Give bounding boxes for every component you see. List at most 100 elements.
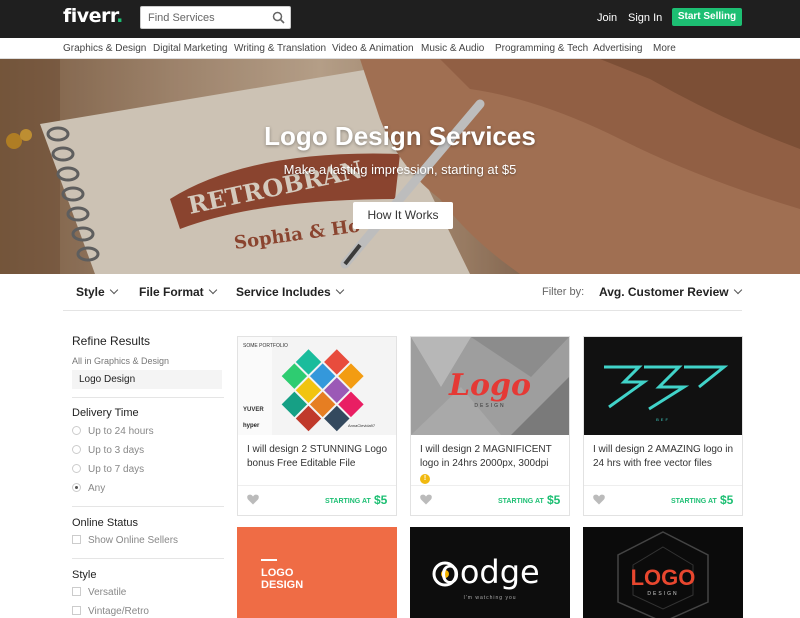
online-status-heading: Online Status <box>72 517 139 529</box>
gig-card[interactable]: LOGO DESIGN <box>237 527 397 618</box>
starting-at-label: STARTING AT <box>671 498 717 505</box>
style-versatile-option[interactable]: Versatile <box>72 587 126 598</box>
nav-writing-translation[interactable]: Writing & Translation <box>234 43 326 54</box>
delivery-3d-option[interactable]: Up to 3 days <box>72 445 144 456</box>
gig-thumbnail[interactable]: Logo DESIGN <box>411 337 569 435</box>
style-heading: Style <box>72 569 97 581</box>
gig-title[interactable]: I will design 2 MAGNIFICENT logo in 24hr… <box>420 443 565 471</box>
radio-button[interactable] <box>72 445 81 454</box>
join-link[interactable]: Join <box>597 12 617 24</box>
thumb-text: I'm watching you <box>463 595 516 601</box>
checkbox[interactable] <box>72 535 81 544</box>
top-bar: fiverr. Join Sign In Start Selling <box>0 0 800 38</box>
starting-at-label: STARTING AT <box>325 498 371 505</box>
divider <box>238 485 396 486</box>
thumb-text: oodge <box>440 553 539 591</box>
starting-at-label: STARTING AT <box>498 498 544 505</box>
gig-thumbnail[interactable]: oodge I'm watching you <box>410 527 570 618</box>
gig-thumbnail[interactable]: LOGO DESIGN <box>237 527 397 618</box>
file-format-filter-label: File Format <box>139 285 204 299</box>
radio-button[interactable] <box>72 426 81 435</box>
sort-dropdown[interactable]: Avg. Customer Review <box>599 285 742 299</box>
gig-title[interactable]: I will design 2 STUNNING Logo bonus Free… <box>247 443 392 471</box>
service-includes-filter-label: Service Includes <box>236 285 331 299</box>
gig-card[interactable]: SOME PORTFOLIO YUVER hyper AnnaClevida97… <box>237 336 397 516</box>
delivery-7d-option[interactable]: Up to 7 days <box>72 464 144 475</box>
divider <box>72 397 224 398</box>
gig-card[interactable]: oodge I'm watching you <box>410 527 570 618</box>
chevron-down-icon <box>208 285 217 295</box>
thumb-text: hyper <box>243 423 260 429</box>
nav-more[interactable]: More <box>653 43 676 54</box>
refine-results-title: Refine Results <box>72 334 151 348</box>
thumb-text: LOGO <box>631 565 696 590</box>
search-icon[interactable] <box>272 11 285 24</box>
gig-card[interactable]: Logo DESIGN I will design 2 MAGNIFICENT … <box>410 336 570 516</box>
divider <box>411 485 569 486</box>
gig-thumbnail[interactable]: SOME PORTFOLIO YUVER hyper AnnaClevida97 <box>238 337 396 435</box>
checkbox[interactable] <box>72 587 81 596</box>
start-selling-button[interactable]: Start Selling <box>672 8 742 26</box>
delivery-any-option[interactable]: Any <box>72 483 105 494</box>
nav-programming-tech[interactable]: Programming & Tech <box>495 43 588 54</box>
gig-card[interactable]: LOGO DESIGN <box>583 527 743 618</box>
hero-subtitle: Make a lasting impression, starting at $… <box>283 162 517 177</box>
selected-category[interactable]: Logo Design <box>72 370 222 389</box>
nav-digital-marketing[interactable]: Digital Marketing <box>153 43 227 54</box>
chevron-down-icon <box>109 285 118 295</box>
checkbox[interactable] <box>72 606 81 615</box>
style-filter-dropdown[interactable]: Style <box>76 285 118 299</box>
refine-sidebar: Refine Results All in Graphics & Design … <box>72 311 224 618</box>
delivery-24h-option[interactable]: Up to 24 hours <box>72 426 154 437</box>
thumb-text: Logo <box>448 368 531 403</box>
seller-level-badge: ! <box>420 474 430 484</box>
divider <box>72 558 224 559</box>
chevron-down-icon <box>733 285 742 295</box>
gig-price: $5 <box>547 493 561 507</box>
gig-card[interactable]: BEF I will design 2 AMAZING logo in 24 h… <box>583 336 743 516</box>
thumb-text: BEF <box>656 417 670 422</box>
filter-bar: Style File Format Service Includes Filte… <box>0 274 800 311</box>
hero-title: Logo Design Services <box>264 121 536 151</box>
service-includes-filter-dropdown[interactable]: Service Includes <box>236 285 344 299</box>
search-input[interactable] <box>141 7 269 28</box>
filter-by-label: Filter by: <box>542 286 585 298</box>
gig-thumbnail[interactable]: BEF <box>584 337 742 435</box>
radio-button-selected[interactable] <box>72 483 81 492</box>
divider <box>72 506 224 507</box>
search-box <box>140 6 291 29</box>
thumb-text: DESIGN <box>261 579 303 591</box>
delivery-time-heading: Delivery Time <box>72 407 139 419</box>
category-breadcrumb[interactable]: All in Graphics & Design <box>72 356 169 366</box>
nav-video-animation[interactable]: Video & Animation <box>332 43 414 54</box>
nav-music-audio[interactable]: Music & Audio <box>421 43 484 54</box>
nav-graphics-design[interactable]: Graphics & Design <box>63 43 146 54</box>
thumb-text: DESIGN <box>474 403 505 409</box>
show-online-sellers-option[interactable]: Show Online Sellers <box>72 535 178 546</box>
thumb-text: SOME PORTFOLIO <box>243 343 288 349</box>
radio-button[interactable] <box>72 464 81 473</box>
heart-icon[interactable] <box>593 494 605 505</box>
file-format-filter-dropdown[interactable]: File Format <box>139 285 217 299</box>
chevron-down-icon <box>335 285 344 295</box>
heart-icon[interactable] <box>247 494 259 505</box>
gig-price: $5 <box>374 493 388 507</box>
gig-thumbnail[interactable]: LOGO DESIGN <box>583 527 743 618</box>
hero-banner: RETROBRAN Sophia & Ho Logo Design Servic… <box>0 59 800 274</box>
fiverr-logo[interactable]: fiverr. <box>63 5 123 27</box>
style-filter-label: Style <box>76 285 105 299</box>
gig-price: $5 <box>720 493 734 507</box>
style-vintage-option[interactable]: Vintage/Retro <box>72 606 149 617</box>
thumb-text: DESIGN <box>647 591 678 597</box>
category-nav: Graphics & Design Digital Marketing Writ… <box>0 38 800 59</box>
thumb-text: AnnaClevida97 <box>348 423 376 428</box>
nav-advertising[interactable]: Advertising <box>593 43 642 54</box>
gig-title[interactable]: I will design 2 AMAZING logo in 24 hrs w… <box>593 443 738 471</box>
heart-icon[interactable] <box>420 494 432 505</box>
thumb-text: LOGO <box>261 567 294 579</box>
sort-value: Avg. Customer Review <box>599 285 729 299</box>
thumb-text: YUVER <box>243 407 264 413</box>
sign-in-link[interactable]: Sign In <box>628 12 662 24</box>
divider <box>584 485 742 486</box>
how-it-works-button[interactable]: How It Works <box>353 202 453 229</box>
